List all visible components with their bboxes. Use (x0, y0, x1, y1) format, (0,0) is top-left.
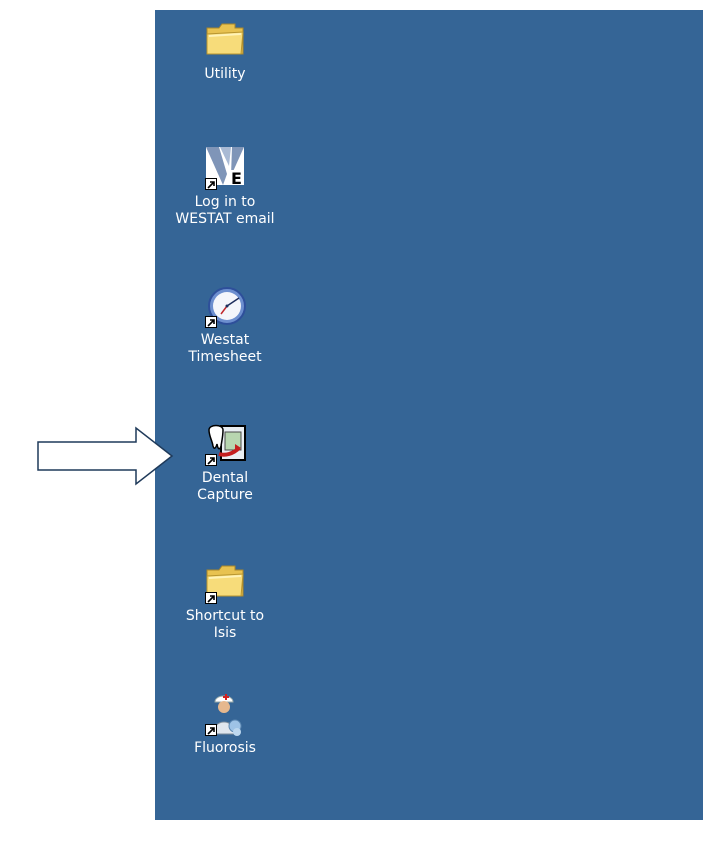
shortcut-arrow-icon (205, 724, 217, 736)
desktop-icon-fluorosis[interactable]: Fluorosis (160, 690, 290, 757)
desktop-icon-utility[interactable]: Utility (160, 16, 290, 83)
shortcut-arrow-icon (205, 454, 217, 466)
desktop-icon-label: Westat Timesheet (188, 332, 262, 365)
shortcut-arrow-icon (205, 592, 217, 604)
folder-icon (201, 16, 249, 64)
desktop-icon-label: Fluorosis (194, 740, 256, 756)
shortcut-arrow-icon (205, 316, 217, 328)
right-arrow-icon (0, 420, 180, 496)
desktop-icon-westat-timesheet[interactable]: Westat Timesheet (160, 282, 290, 366)
desktop-icon-westat-email[interactable]: E Log in to WESTAT email (160, 144, 290, 228)
desktop-icon-label: Utility (204, 66, 246, 82)
clock-icon (201, 282, 249, 330)
dental-capture-icon (201, 420, 249, 468)
desktop-icon-label: Shortcut to Isis (185, 608, 265, 641)
westat-email-logo-icon: E (201, 144, 249, 192)
folder-icon (201, 558, 249, 606)
svg-text:E: E (231, 169, 242, 188)
desktop-icon-isis-shortcut[interactable]: Shortcut to Isis (160, 558, 290, 642)
desktop: Utility E Log in to WESTAT email Westat … (155, 10, 703, 820)
nurse-icon (201, 690, 249, 738)
desktop-icon-label: Log in to WESTAT email (175, 194, 275, 227)
shortcut-arrow-icon (205, 178, 217, 190)
